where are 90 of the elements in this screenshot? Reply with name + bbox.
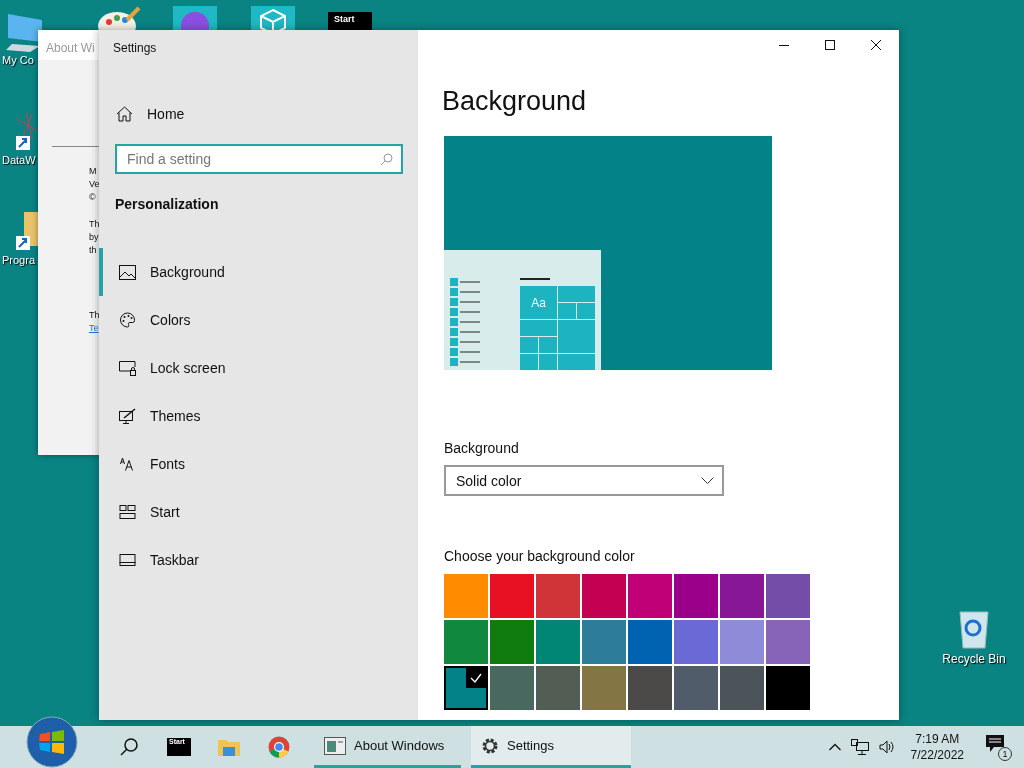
color-swatch[interactable] <box>674 574 718 618</box>
desktop-icon-label: Recycle Bin <box>942 652 1006 666</box>
browser-icon[interactable] <box>268 736 290 758</box>
color-swatch[interactable] <box>582 666 626 710</box>
taskbar-icon <box>119 554 136 566</box>
color-swatch[interactable] <box>490 574 534 618</box>
chevron-up-icon[interactable] <box>828 743 841 751</box>
color-swatch[interactable] <box>490 666 534 710</box>
window-title: Settings <box>112 40 158 57</box>
home-nav-item[interactable]: Home <box>116 104 418 124</box>
palette-icon <box>119 312 136 328</box>
nav-item[interactable]: Lock screen <box>99 344 418 392</box>
color-swatch[interactable] <box>628 574 672 618</box>
lock-screen-icon <box>119 360 136 376</box>
body-text: by <box>89 231 100 244</box>
color-swatch[interactable] <box>628 666 672 710</box>
nav-item[interactable]: Taskbar <box>99 536 418 584</box>
color-swatch[interactable] <box>536 620 580 664</box>
color-swatch[interactable] <box>720 666 764 710</box>
picture-icon <box>119 264 136 280</box>
nav-item[interactable]: Start <box>99 488 418 536</box>
preview-tile <box>558 354 595 370</box>
folder-icon[interactable] <box>218 738 240 756</box>
color-swatch[interactable] <box>490 620 534 664</box>
search-field[interactable]: Find a setting <box>115 144 403 174</box>
sphere-app-icon[interactable] <box>173 6 217 30</box>
search-icon[interactable] <box>120 738 138 756</box>
color-swatch[interactable] <box>720 620 764 664</box>
desktop-icon-label: My Co <box>2 54 34 66</box>
taskbar-button[interactable]: Settings <box>471 726 631 768</box>
window-title: About Wi <box>38 30 100 60</box>
start-app-icon[interactable]: Start <box>328 12 372 30</box>
preview-tile <box>539 337 557 353</box>
preview-tile <box>520 337 538 353</box>
chevron-down-icon <box>701 476 714 485</box>
preview-tile <box>539 354 557 370</box>
preview-tile <box>558 286 595 302</box>
color-swatch[interactable] <box>582 574 626 618</box>
nav-item[interactable]: Themes <box>99 392 418 440</box>
cube-app-icon[interactable] <box>251 6 295 30</box>
taskbar-button[interactable]: About Windows <box>314 726 461 768</box>
body-text: Th <box>89 309 100 322</box>
field-label: Background <box>444 440 520 456</box>
color-swatch[interactable] <box>536 666 580 710</box>
notification-icon[interactable] <box>986 735 1004 753</box>
color-swatch[interactable] <box>674 666 718 710</box>
body-text: M <box>89 165 98 178</box>
color-swatch[interactable] <box>444 666 488 710</box>
color-swatch[interactable] <box>720 574 764 618</box>
fonts-icon <box>119 457 136 471</box>
checkmark-icon <box>466 668 486 688</box>
color-swatch[interactable] <box>628 620 672 664</box>
nav-item[interactable]: Colors <box>99 296 418 344</box>
color-swatch[interactable] <box>536 574 580 618</box>
background-dropdown[interactable]: Solid color <box>444 465 724 496</box>
home-icon <box>116 106 133 122</box>
color-swatch[interactable] <box>766 574 810 618</box>
start-orb-icon[interactable] <box>26 716 78 768</box>
notification-count: 1 <box>998 747 1012 761</box>
start-layout-icon <box>119 505 136 519</box>
network-icon[interactable] <box>850 739 869 755</box>
desktop-icon-label: DataW <box>2 154 36 166</box>
themes-icon <box>119 408 136 424</box>
desktop-icon-label: Progra <box>2 254 36 266</box>
body-text: Ve <box>89 178 100 191</box>
color-swatch[interactable] <box>444 574 488 618</box>
color-swatch[interactable] <box>766 620 810 664</box>
search-icon <box>380 152 393 166</box>
preview-tile <box>577 303 595 319</box>
field-label: Choose your background color <box>444 548 636 564</box>
clock[interactable]: 7:19 AM 7/22/2022 <box>910 731 964 763</box>
color-swatch[interactable] <box>766 666 810 710</box>
body-text: Th <box>89 218 100 231</box>
color-swatch[interactable] <box>444 620 488 664</box>
link[interactable]: Te <box>89 322 100 335</box>
section-heading: Personalization <box>115 196 220 212</box>
window-icon <box>324 736 346 755</box>
gear-icon <box>481 736 499 755</box>
body-text: © <box>89 191 97 204</box>
color-swatch[interactable] <box>582 620 626 664</box>
preview-tile <box>520 354 538 370</box>
tile-label: Aa <box>520 286 557 319</box>
color-swatch[interactable] <box>674 620 718 664</box>
nav-item[interactable]: Fonts <box>99 440 418 488</box>
speaker-icon[interactable] <box>878 740 895 754</box>
page-title: Background <box>442 86 588 118</box>
preview-tile <box>558 320 595 353</box>
body-text: th <box>89 244 98 257</box>
preview-tile <box>558 303 576 319</box>
preview-tile <box>520 320 557 336</box>
